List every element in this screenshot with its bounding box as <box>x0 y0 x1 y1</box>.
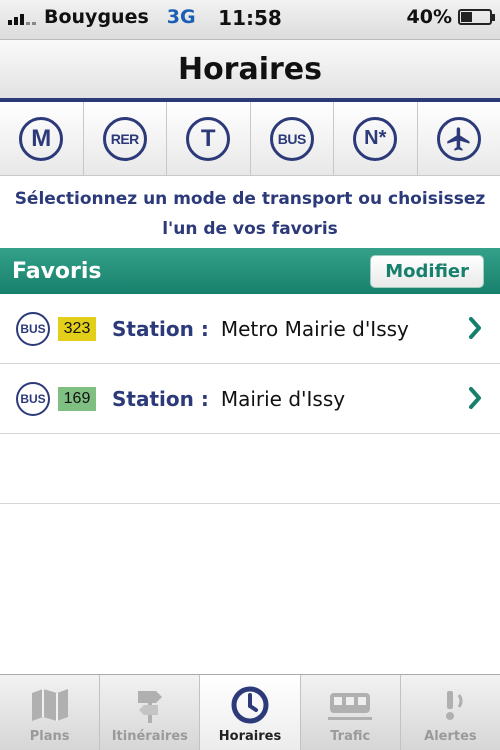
chevron-right-icon <box>469 317 481 339</box>
mode-rer-button[interactable]: RER <box>83 102 167 175</box>
empty-row <box>0 434 500 504</box>
bus-icon: BUS <box>16 311 50 346</box>
map-icon <box>28 685 72 725</box>
line-badge: 169 <box>58 386 96 411</box>
instruction-text: Sélectionnez un mode de transport ou cho… <box>0 180 500 246</box>
mode-metro-button[interactable]: M <box>0 102 84 175</box>
favorites-header: Favoris Modifier <box>0 248 500 294</box>
clock-icon <box>228 685 272 725</box>
station-name: Mairie d'Issy <box>220 386 346 411</box>
bus-icon: BUS <box>269 116 314 161</box>
airplane-icon <box>436 116 481 161</box>
page-title: Horaires <box>177 51 323 87</box>
tab-plans[interactable]: Plans <box>0 675 101 750</box>
tram-icon: T <box>186 116 231 161</box>
tab-horaires[interactable]: Horaires <box>200 675 301 750</box>
noctilien-icon: N* <box>353 116 398 161</box>
station-name: Metro Mairie d'Issy <box>220 316 409 341</box>
mode-airport-button[interactable] <box>417 102 500 175</box>
battery-percent: 40% <box>406 6 452 28</box>
station-label: Station : <box>112 316 209 341</box>
modify-button[interactable]: Modifier <box>370 255 484 288</box>
favorite-row[interactable]: BUS 169 Station : Mairie d'Issy <box>0 364 500 434</box>
tab-trafic[interactable]: Trafic <box>301 675 401 750</box>
metro-icon: M <box>19 116 64 161</box>
line-badge: 323 <box>58 316 96 341</box>
train-icon <box>328 685 373 725</box>
station-label: Station : <box>112 386 209 411</box>
favorites-list: BUS 323 Station : Metro Mairie d'Issy BU… <box>0 294 500 504</box>
rer-icon: RER <box>102 116 147 161</box>
mode-bus-button[interactable]: BUS <box>250 102 334 175</box>
tab-alertes[interactable]: Alertes <box>401 675 500 750</box>
tab-label: Plans <box>29 729 70 744</box>
tab-itineraires[interactable]: Itinéraires <box>100 675 201 750</box>
bus-icon: BUS <box>16 381 50 416</box>
favorites-title: Favoris <box>12 258 102 284</box>
favorite-row[interactable]: BUS 323 Station : Metro Mairie d'Issy <box>0 294 500 364</box>
mode-tram-button[interactable]: T <box>167 102 251 175</box>
nav-bar: Horaires <box>0 40 500 98</box>
battery-info: 40% <box>406 6 495 28</box>
tab-label: Horaires <box>218 729 282 744</box>
alert-icon <box>428 685 472 725</box>
mode-noctilien-button[interactable]: N* <box>334 102 418 175</box>
tab-label: Itinéraires <box>111 729 188 744</box>
route-sign-icon <box>128 685 172 725</box>
tab-label: Alertes <box>424 729 477 744</box>
tab-label: Trafic <box>330 729 371 744</box>
tab-bar: Plans Itinéraires Horaires Trafic Alerte… <box>0 674 500 750</box>
status-bar: Bouygues 3G 11:58 40% <box>0 0 500 40</box>
chevron-right-icon <box>469 387 481 409</box>
battery-icon <box>458 9 495 25</box>
transport-mode-bar: M RER T BUS N* <box>0 102 500 176</box>
